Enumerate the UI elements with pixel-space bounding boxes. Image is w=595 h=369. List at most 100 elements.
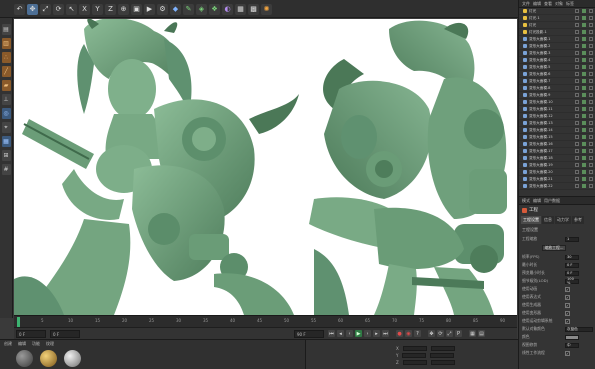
make-editable-icon[interactable]: ▤: [1, 24, 11, 35]
visibility-toggle[interactable]: [575, 177, 579, 181]
enabled-check-icon[interactable]: [582, 100, 586, 104]
object-row[interactable]: 变形大面模.1: [519, 36, 595, 43]
object-menu-item[interactable]: 标签: [566, 1, 574, 7]
pen-icon[interactable]: ✎: [183, 3, 194, 15]
axis-x-icon[interactable]: X: [79, 3, 90, 15]
object-menu-item[interactable]: 文件: [522, 1, 530, 7]
timeline-window-icon[interactable]: ▤: [478, 330, 485, 337]
visibility-toggle[interactable]: [575, 16, 579, 20]
tag-icon[interactable]: [589, 37, 593, 41]
enabled-check-icon[interactable]: [582, 128, 586, 132]
object-row[interactable]: 变形大面模.17: [519, 148, 595, 155]
checkbox[interactable]: ✓: [565, 310, 570, 316]
enabled-check-icon[interactable]: [582, 121, 586, 125]
prev-frame-icon[interactable]: ‹: [346, 330, 353, 337]
axis-y-icon[interactable]: Y: [92, 3, 103, 15]
coord-field[interactable]: [430, 353, 455, 358]
visibility-toggle[interactable]: [575, 37, 579, 41]
material-menu-item[interactable]: 功能: [32, 341, 40, 347]
material-ball-white[interactable]: [64, 350, 81, 367]
visibility-toggle[interactable]: [575, 163, 579, 167]
object-menu-item[interactable]: 查看: [544, 1, 552, 7]
scene-icon[interactable]: ▦: [235, 3, 246, 15]
texture-mode-icon[interactable]: ▥: [1, 38, 11, 49]
object-row[interactable]: 变形大面模.13: [519, 120, 595, 127]
tag-icon[interactable]: [589, 149, 593, 153]
tag-icon[interactable]: [589, 51, 593, 55]
scale-project-button[interactable]: 缩放工程...: [542, 245, 566, 251]
object-row[interactable]: 变形大面模.12: [519, 113, 595, 120]
attr-menu-item[interactable]: 编辑: [533, 198, 541, 204]
visibility-toggle[interactable]: [575, 30, 579, 34]
enabled-check-icon[interactable]: [582, 135, 586, 139]
tag-icon[interactable]: [589, 107, 593, 111]
field-value[interactable]: 100 %: [565, 277, 579, 285]
enabled-check-icon[interactable]: [582, 107, 586, 111]
visibility-toggle[interactable]: [575, 9, 579, 13]
enabled-check-icon[interactable]: [582, 86, 586, 90]
object-row[interactable]: 变形大面模.19: [519, 162, 595, 169]
render-picture-icon[interactable]: ▶: [144, 3, 155, 15]
tag-icon[interactable]: [589, 114, 593, 118]
tag-icon[interactable]: [589, 16, 593, 20]
object-row[interactable]: 变形大面模.16: [519, 141, 595, 148]
playhead[interactable]: [17, 317, 20, 327]
enabled-check-icon[interactable]: [582, 170, 586, 174]
goto-end-icon[interactable]: ⏭: [382, 330, 389, 337]
camera-icon[interactable]: ▩: [248, 3, 259, 15]
param-key-icon[interactable]: P: [455, 330, 462, 337]
live-select-icon[interactable]: ↖: [66, 3, 77, 15]
enabled-check-icon[interactable]: [582, 72, 586, 76]
keyframe-selection-icon[interactable]: ?: [414, 330, 421, 337]
visibility-toggle[interactable]: [575, 142, 579, 146]
visibility-toggle[interactable]: [575, 86, 579, 90]
timeline-ruler[interactable]: 5 10 15 20 25 30 35 40 45 50 55 60 65 70…: [14, 315, 517, 327]
grid-icon[interactable]: #: [1, 164, 11, 175]
checkbox[interactable]: ✓: [565, 318, 570, 324]
object-row[interactable]: 变形大面模.15: [519, 134, 595, 141]
tag-icon[interactable]: [589, 65, 593, 69]
tag-icon[interactable]: [589, 163, 593, 167]
axis-mode-icon[interactable]: ⊥: [1, 94, 11, 105]
visibility-toggle[interactable]: [575, 156, 579, 160]
goto-start-icon[interactable]: ⏮: [328, 330, 335, 337]
next-key-icon[interactable]: ▸: [373, 330, 380, 337]
tag-icon[interactable]: [589, 156, 593, 160]
tag-icon[interactable]: [589, 72, 593, 76]
tab-info[interactable]: 信息: [542, 216, 554, 224]
array-icon[interactable]: ❖: [209, 3, 220, 15]
object-row[interactable]: 变形大面模.18: [519, 155, 595, 162]
autokey-icon[interactable]: ◉: [405, 330, 412, 337]
visibility-toggle[interactable]: [575, 114, 579, 118]
points-mode-icon[interactable]: ∴: [1, 52, 11, 63]
visibility-toggle[interactable]: [575, 65, 579, 69]
play-icon[interactable]: ▶: [355, 330, 362, 337]
coord-field[interactable]: [402, 346, 427, 351]
tag-icon[interactable]: [589, 93, 593, 97]
enabled-check-icon[interactable]: [582, 51, 586, 55]
current-frame-field[interactable]: 0 F: [16, 330, 46, 338]
material-menu-item[interactable]: 纹理: [46, 341, 54, 347]
visibility-toggle[interactable]: [575, 149, 579, 153]
workplane-icon[interactable]: ▦: [1, 136, 11, 147]
tab-dynamics[interactable]: 动力学: [555, 216, 571, 224]
rotate-icon[interactable]: ⟳: [53, 3, 64, 15]
enabled-check-icon[interactable]: [582, 93, 586, 97]
lock-icon[interactable]: ⊞: [1, 150, 11, 161]
enabled-check-icon[interactable]: [582, 156, 586, 160]
object-menu-item[interactable]: 对象: [555, 1, 563, 7]
enabled-check-icon[interactable]: [582, 65, 586, 69]
object-row[interactable]: 变形大面模.14: [519, 127, 595, 134]
visibility-toggle[interactable]: [575, 51, 579, 55]
tag-icon[interactable]: [589, 142, 593, 146]
object-row[interactable]: 变形大面模.2: [519, 43, 595, 50]
visibility-toggle[interactable]: [575, 79, 579, 83]
material-menu-item[interactable]: 编辑: [18, 341, 26, 347]
prev-key-icon[interactable]: ◂: [337, 330, 344, 337]
render-settings-icon[interactable]: ⚙: [157, 3, 168, 15]
tag-icon[interactable]: [589, 23, 593, 27]
tag-icon[interactable]: [589, 79, 593, 83]
attr-menu-item[interactable]: 模式: [522, 198, 530, 204]
visibility-toggle[interactable]: [575, 135, 579, 139]
end-frame-field[interactable]: 90 F: [294, 330, 324, 338]
